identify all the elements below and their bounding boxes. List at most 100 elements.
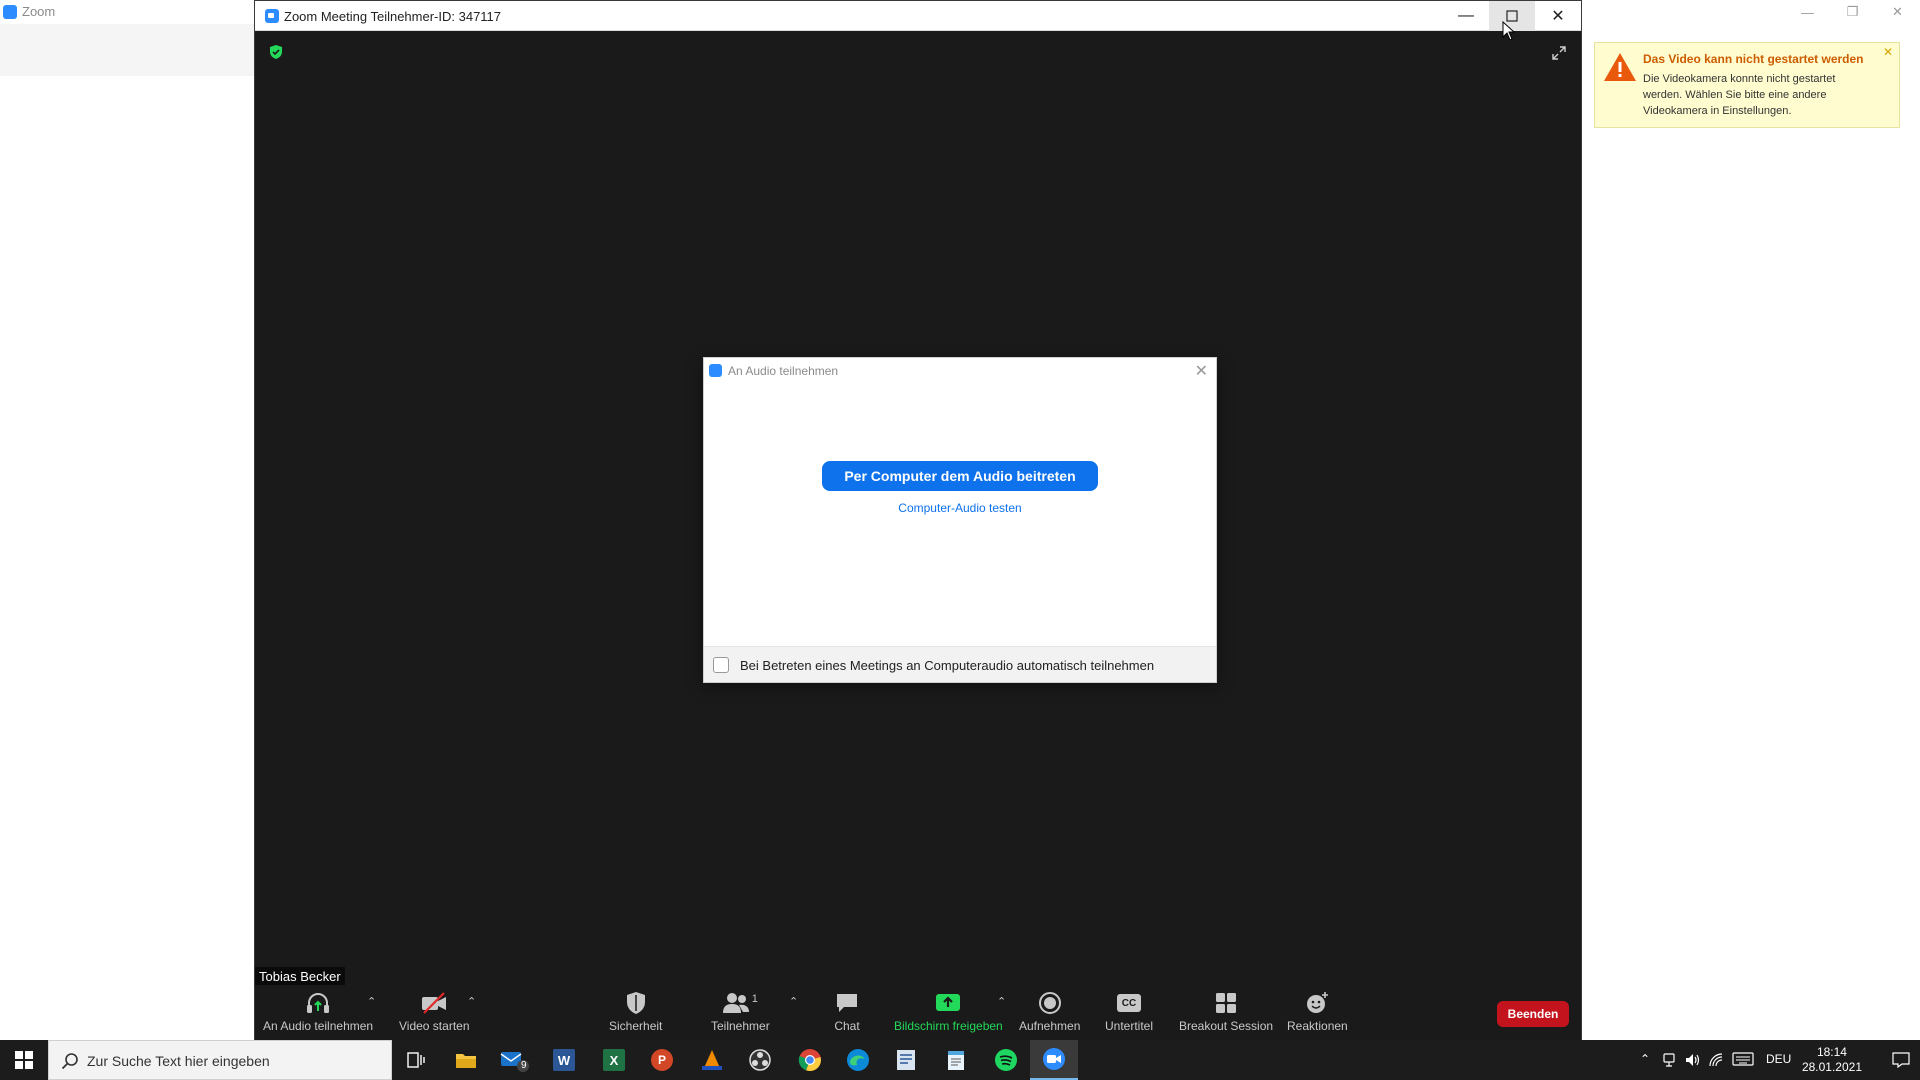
taskbar-spotify[interactable] <box>982 1040 1030 1080</box>
restore-icon[interactable]: ❐ <box>1830 0 1875 24</box>
powerpoint-icon: P <box>651 1049 673 1071</box>
taskbar-clock[interactable]: 18:14 28.01.2021 <box>1802 1045 1862 1075</box>
taskbar-chrome[interactable] <box>786 1040 834 1080</box>
end-meeting-button[interactable]: Beenden <box>1497 1001 1569 1027</box>
share-screen-button[interactable]: Bildschirm freigeben <box>894 991 1003 1033</box>
input-language-indicator[interactable]: DEU <box>1766 1052 1791 1066</box>
auto-join-audio-checkbox[interactable] <box>713 657 729 673</box>
show-hidden-icons-chevron-icon[interactable]: ⌃ <box>1640 1052 1650 1066</box>
breakout-session-label: Breakout Session <box>1179 1019 1274 1033</box>
notification-center-icon[interactable] <box>1892 1052 1910 1068</box>
chrome-icon <box>798 1049 821 1072</box>
cursor-icon <box>1502 21 1516 41</box>
video-off-icon <box>422 992 447 1014</box>
encryption-shield-icon[interactable] <box>269 45 283 59</box>
meeting-title: Zoom Meeting Teilnehmer-ID: 347117 <box>284 9 502 24</box>
chat-icon <box>837 994 857 1012</box>
minimize-button[interactable]: — <box>1443 1 1489 31</box>
taskbar-app-document[interactable] <box>882 1040 930 1080</box>
start-video-button[interactable]: Video starten <box>399 991 470 1033</box>
join-audio-label: An Audio teilnehmen <box>263 1019 374 1033</box>
windows-logo-icon <box>15 1051 33 1069</box>
notification-body: Die Videokamera konnte nicht gestartet w… <box>1643 73 1836 117</box>
zoom-app-icon <box>3 5 17 19</box>
participants-count: 1 <box>751 993 758 1005</box>
taskbar-app-notepad[interactable] <box>932 1040 980 1080</box>
participants-button[interactable]: 1 Teilnehmer <box>711 991 770 1033</box>
captions-button[interactable]: CC Untertitel <box>1105 991 1153 1033</box>
taskbar-edge[interactable] <box>834 1040 882 1080</box>
reactions-button[interactable]: Reaktionen <box>1287 991 1348 1033</box>
record-icon <box>1038 992 1061 1014</box>
participants-options-chevron-icon[interactable]: ⌃ <box>789 995 798 1008</box>
close-icon[interactable]: ✕ <box>1883 45 1893 59</box>
start-video-label: Video starten <box>399 1019 470 1033</box>
taskbar-powerpoint[interactable]: P <box>638 1040 686 1080</box>
chat-label: Chat <box>834 1019 860 1033</box>
search-input[interactable] <box>87 1050 377 1072</box>
security-label: Sicherheit <box>609 1019 663 1033</box>
notification-title: Das Video kann nicht gestartet werden <box>1643 52 1864 66</box>
participants-label: Teilnehmer <box>711 1019 770 1033</box>
closed-captions-icon: CC <box>1117 994 1142 1012</box>
webcam-tray-icon[interactable] <box>1662 1052 1676 1068</box>
obs-icon <box>749 1049 771 1071</box>
fullscreen-icon[interactable] <box>1551 45 1567 61</box>
join-audio-dialog: An Audio teilnehmen ✕ Per Computer dem A… <box>703 357 1217 683</box>
warning-icon <box>1604 53 1636 81</box>
keyboard-icon[interactable] <box>1732 1052 1754 1066</box>
close-icon[interactable]: ✕ <box>1875 0 1920 24</box>
taskbar-excel[interactable]: X <box>590 1040 638 1080</box>
clock-time: 18:14 <box>1816 1045 1847 1059</box>
clock-date: 28.01.2021 <box>1801 1060 1862 1074</box>
participant-name-tag: Tobias Becker <box>255 967 345 986</box>
taskbar-app-vlc[interactable] <box>688 1040 736 1080</box>
excel-icon: X <box>603 1049 625 1071</box>
mail-badge-count: 9 <box>521 1060 527 1071</box>
security-button[interactable]: Sicherheit <box>609 991 662 1033</box>
wifi-icon[interactable] <box>1708 1052 1724 1068</box>
share-screen-icon <box>936 994 961 1011</box>
notepad-icon <box>948 1051 964 1070</box>
zoom-icon <box>1043 1048 1065 1070</box>
captions-label: Untertitel <box>1105 1019 1154 1033</box>
taskbar-task-view[interactable] <box>392 1040 440 1080</box>
share-screen-label: Bildschirm freigeben <box>894 1019 1003 1033</box>
reactions-icon <box>1307 992 1329 1013</box>
video-error-notification: Das Video kann nicht gestartet werden Di… <box>1594 42 1900 128</box>
video-options-chevron-icon[interactable]: ⌃ <box>467 995 476 1008</box>
start-button[interactable] <box>0 1040 48 1080</box>
record-button[interactable]: Aufnehmen <box>1019 991 1080 1033</box>
taskbar-word[interactable]: W <box>540 1040 588 1080</box>
auto-join-audio-label[interactable]: Bei Betreten eines Meetings an Computera… <box>740 658 1154 673</box>
breakout-rooms-icon <box>1216 993 1237 1013</box>
audio-options-chevron-icon[interactable]: ⌃ <box>367 995 376 1008</box>
close-button[interactable]: ✕ <box>1535 1 1581 31</box>
chat-button[interactable]: Chat <box>834 991 860 1033</box>
close-icon[interactable]: ✕ <box>1195 361 1208 381</box>
zoom-main-window-controls: — ❐ ✕ <box>1785 0 1920 24</box>
test-computer-audio-link[interactable]: Computer-Audio testen <box>704 501 1216 515</box>
document-app-icon <box>897 1050 915 1070</box>
breakout-session-button[interactable]: Breakout Session <box>1179 991 1273 1033</box>
join-computer-audio-button[interactable]: Per Computer dem Audio beitreten <box>822 461 1098 491</box>
windows-taskbar: 9 W X P <box>0 1040 1920 1080</box>
volume-icon[interactable] <box>1684 1052 1700 1068</box>
edge-icon <box>847 1049 869 1071</box>
zoom-main-strip <box>0 24 254 76</box>
taskbar-search[interactable] <box>48 1040 392 1080</box>
taskbar-file-explorer[interactable] <box>442 1040 490 1080</box>
minimize-icon: — <box>1458 7 1474 24</box>
captions-badge-text: CC <box>1121 997 1137 1009</box>
taskbar-obs[interactable] <box>736 1040 784 1080</box>
taskbar-zoom[interactable] <box>1030 1040 1078 1080</box>
dialog-footer: Bei Betreten eines Meetings an Computera… <box>704 646 1216 682</box>
media-player-icon <box>702 1050 722 1070</box>
minimize-icon[interactable]: — <box>1785 0 1830 24</box>
folder-icon <box>456 1054 476 1068</box>
participants-icon <box>722 993 749 1013</box>
taskbar-mail[interactable]: 9 <box>490 1040 538 1080</box>
share-options-chevron-icon[interactable]: ⌃ <box>997 995 1006 1008</box>
search-icon <box>61 1053 78 1070</box>
join-audio-button[interactable]: An Audio teilnehmen <box>263 991 373 1033</box>
